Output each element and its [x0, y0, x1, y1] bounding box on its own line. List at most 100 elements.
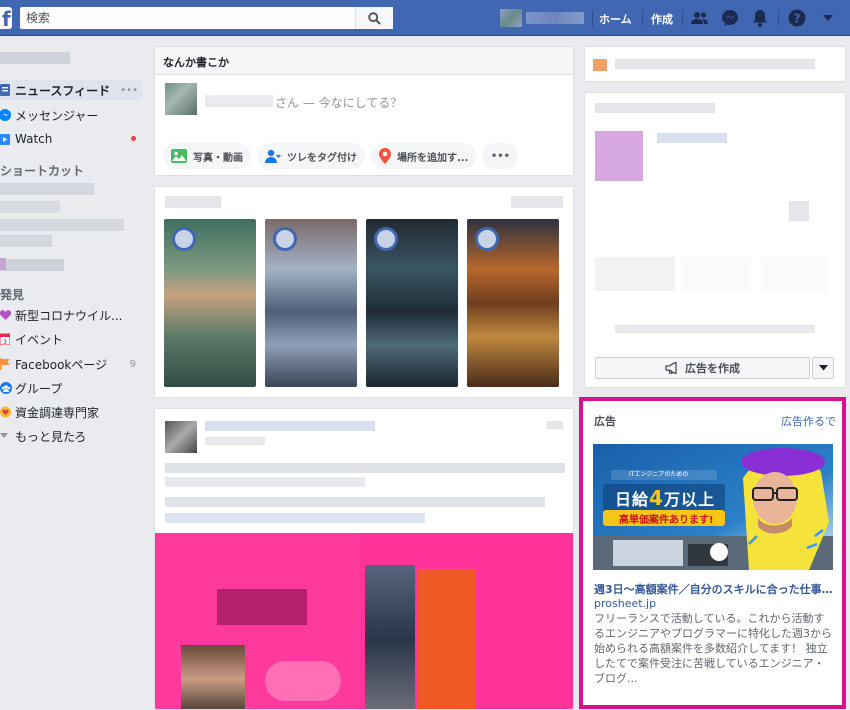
composer-heading: なんか書こか	[155, 47, 573, 75]
groups-icon	[0, 381, 12, 395]
facebook-logo[interactable]: f	[0, 7, 12, 29]
create-ad-button[interactable]: 広告を作成	[595, 357, 810, 379]
ad-domain[interactable]: prosheet.jp	[594, 597, 656, 610]
tag-friends-icon	[265, 149, 281, 163]
sidebar-item-fundraiser[interactable]: 資金調達専門家	[0, 402, 142, 422]
post-image-blurred-face	[181, 645, 245, 709]
edit-more-button[interactable]: •••	[120, 85, 138, 96]
post-composer: なんか書こか さん — 今なにしてる？ 写真・動画 ツレをタグ付け 場所を追加す…	[154, 46, 574, 176]
messenger-icon[interactable]	[720, 8, 740, 28]
explore-heading: 発見	[0, 288, 25, 302]
shortcut-item-blurred[interactable]	[0, 219, 124, 231]
shortcut-item-blurred[interactable]	[0, 201, 60, 213]
right-top-icon-blurred	[593, 59, 607, 71]
divider	[778, 10, 779, 26]
search-icon	[368, 11, 381, 25]
news-feed-icon	[0, 83, 12, 97]
photo-video-label: 写真・動画	[193, 152, 243, 164]
post-text-blurred	[165, 463, 565, 473]
sidebar-item-covid-info[interactable]: 新型コロナウイル...	[0, 305, 142, 325]
sidebar-item-pages[interactable]: Facebookページ 9	[0, 354, 142, 374]
covid-heart-icon	[0, 308, 12, 322]
calendar-icon: 3	[0, 332, 12, 346]
ad-headline[interactable]: 週3日〜高額案件／自分のスキルに合った仕事...	[594, 581, 834, 597]
friend-requests-icon[interactable]	[690, 8, 710, 28]
page-avatar-blurred[interactable]	[595, 131, 643, 181]
profile-avatar[interactable]	[500, 9, 522, 27]
see-more-label: もっと見たろ	[15, 429, 87, 444]
create-ad-link[interactable]: 広告作るで	[781, 413, 836, 429]
post-author-name-blurred[interactable]	[205, 421, 375, 431]
post-options-blurred[interactable]	[547, 421, 563, 429]
story-avatar	[172, 227, 196, 251]
notifications-bell-icon[interactable]	[750, 8, 770, 28]
post-image-panel	[365, 565, 415, 709]
create-link[interactable]: 作成	[651, 11, 673, 27]
search-button[interactable]	[355, 7, 393, 29]
page-stat-blurred	[789, 201, 809, 221]
shortcut-item-blurred[interactable]	[0, 183, 94, 195]
page-promo-card: 広告を作成	[584, 92, 846, 388]
search-input[interactable]	[20, 7, 350, 29]
sponsored-ad-highlight: 広告 広告作るで ITエンジニアのための 日給4万以上 高単価案件あります! 週…	[579, 397, 846, 709]
tag-friends-button[interactable]: ツレをタグ付け	[257, 143, 365, 169]
add-location-button[interactable]: 場所を追加す...	[371, 143, 477, 169]
megaphone-icon	[665, 362, 679, 374]
home-link[interactable]: ホーム	[599, 11, 632, 27]
post-author-avatar[interactable]	[165, 421, 197, 453]
story-avatar	[475, 227, 499, 251]
ad-image-subline: 高単価案件あります!	[619, 515, 714, 526]
help-icon[interactable]: ?	[787, 8, 807, 28]
sidebar-item-watch[interactable]: Watch	[0, 129, 142, 149]
page-stat-box-blurred	[761, 257, 827, 291]
post-text-blurred	[165, 477, 365, 487]
create-ad-options-button[interactable]	[812, 357, 834, 379]
composer-avatar[interactable]	[165, 83, 197, 115]
sidebar-item-label: Watch	[15, 132, 53, 146]
sidebar-item-groups[interactable]: グループ	[0, 378, 142, 398]
sidebar-item-label: Facebookページ	[15, 357, 108, 372]
right-top-text-blurred[interactable]	[615, 59, 815, 69]
see-more-link[interactable]: もっと見たろ	[0, 426, 142, 446]
composer-more-button[interactable]: •••	[482, 143, 519, 169]
story-card[interactable]	[265, 219, 357, 387]
story-card[interactable]	[164, 219, 256, 387]
sidebar-item-label: ニュースフィード	[15, 83, 111, 98]
feed-post	[154, 408, 574, 710]
sidebar-profile-blurred[interactable]	[0, 52, 70, 64]
tag-friends-label: ツレをタグ付け	[287, 152, 357, 164]
sidebar-item-events[interactable]: 3 イベント	[0, 329, 142, 349]
sidebar-item-label: 資金調達専門家	[15, 405, 100, 420]
shortcut-icon-blurred	[0, 258, 6, 270]
sidebar-item-label: グループ	[15, 381, 63, 396]
sidebar-item-label: イベント	[15, 332, 64, 347]
profile-name-blurred[interactable]	[526, 12, 584, 24]
story-card[interactable]	[467, 219, 559, 387]
page-name-blurred[interactable]	[657, 133, 727, 143]
story-card[interactable]	[366, 219, 458, 387]
composer-prompt-input[interactable]: さん — 今なにしてる？	[275, 94, 402, 111]
stories-see-all-blurred[interactable]	[511, 196, 563, 208]
sidebar-item-messenger[interactable]: メッセンジャー	[0, 105, 142, 125]
sidebar-item-news-feed[interactable]: ニュースフィード •••	[0, 80, 142, 100]
search-box[interactable]	[20, 7, 393, 29]
account-menu-chevron-down-icon[interactable]	[818, 8, 838, 28]
fundraiser-heart-icon	[0, 405, 12, 419]
create-ad-label: 広告を作成	[685, 362, 740, 375]
divider	[682, 10, 683, 26]
ad-body-text: フリーランスで活動している。これから活動するエンジニアやプログラマーに特化した週…	[594, 612, 832, 685]
ad-image[interactable]: ITエンジニアのための 日給4万以上 高単価案件あります!	[593, 444, 833, 570]
photo-video-button[interactable]: 写真・動画	[163, 143, 251, 169]
post-image[interactable]	[155, 533, 573, 709]
shortcut-item-blurred[interactable]	[0, 235, 52, 247]
post-link-blurred[interactable]	[165, 513, 425, 523]
shortcut-item-blurred[interactable]	[0, 259, 64, 271]
post-text-blurred	[165, 497, 545, 507]
post-image-panel	[417, 569, 475, 709]
ad-image-headline: 日給4万以上	[615, 486, 715, 510]
svg-text:3: 3	[3, 339, 7, 345]
ad-section-label: 広告	[594, 415, 616, 428]
location-pin-icon	[379, 148, 391, 164]
ad-image-headline-pre: 日給	[615, 490, 650, 509]
page-card-heading-blurred	[595, 103, 715, 113]
